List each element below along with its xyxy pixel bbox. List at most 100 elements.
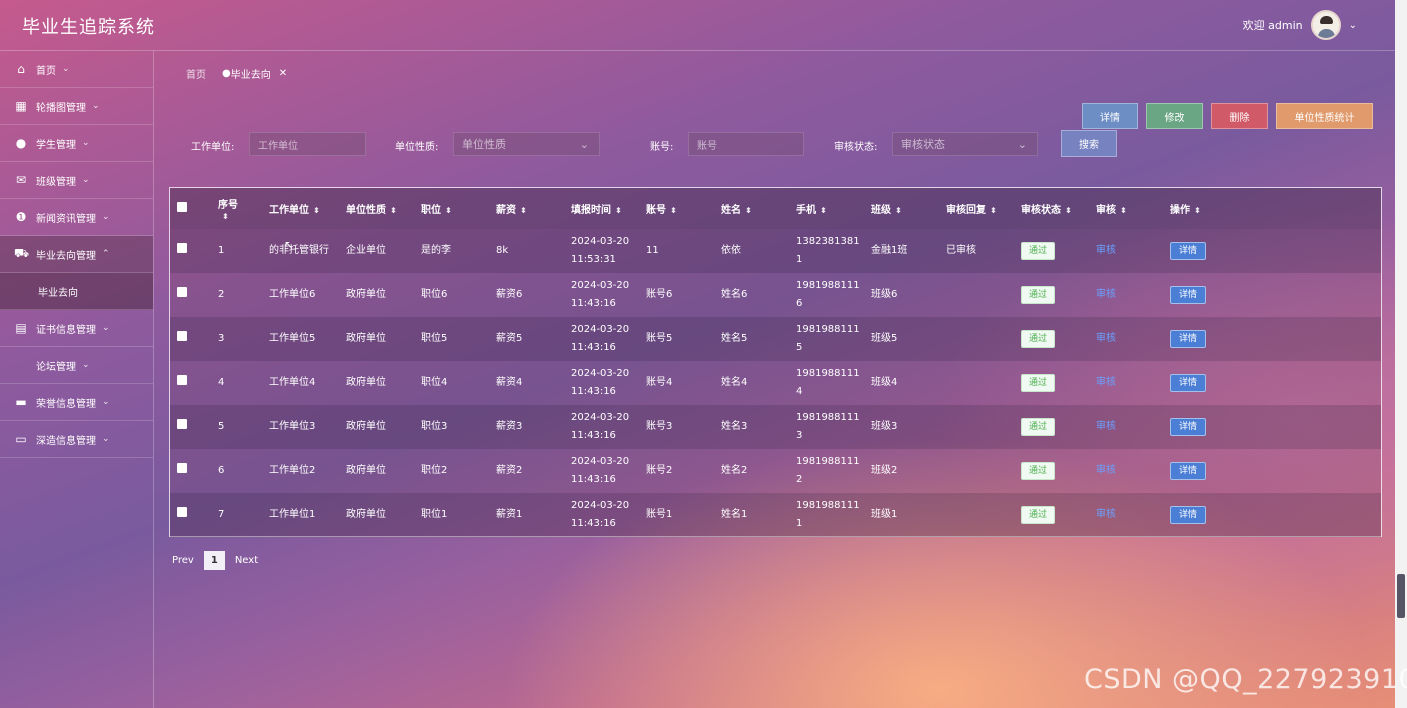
col-header-class[interactable]: 班级 ⬍ (871, 188, 946, 229)
audit-link[interactable]: 审核 (1096, 377, 1116, 388)
cell-class: 班级3 (871, 421, 898, 432)
sort-icon[interactable]: ⬍ (615, 206, 622, 215)
sort-icon[interactable]: ⬍ (1194, 206, 1201, 215)
cell-class: 班级5 (871, 333, 898, 344)
nature-select[interactable]: 单位性质 ⌄ (453, 132, 600, 156)
cell-nature: 政府单位 (346, 509, 386, 520)
sidebar-item-destination-mgmt[interactable]: ⛟ 毕业去向管理 ⌃ (0, 236, 153, 273)
table-row[interactable]: 4 工作单位4 政府单位 职位4 薪资4 2024-03-20 11:43:16 账号4 姓名4… (170, 361, 1381, 405)
cell-position: 是的李 (421, 245, 451, 256)
table-row[interactable]: 6 工作单位2 政府单位 职位2 薪资2 2024-03-20 11:43:16 账号2 姓名2… (170, 449, 1381, 493)
row-checkbox[interactable] (177, 243, 187, 253)
row-detail-button[interactable]: 详情 (1170, 418, 1207, 436)
mail-icon: ✉ (15, 173, 27, 187)
col-header-reply[interactable]: 审核回复 ⬍ (946, 188, 1021, 229)
row-detail-button[interactable]: 详情 (1170, 462, 1207, 480)
sidebar-item-further-study[interactable]: ▭ 深造信息管理 ⌄ (0, 421, 153, 458)
page-number[interactable]: 1 (203, 551, 225, 570)
table-row[interactable]: 5 工作单位3 政府单位 职位3 薪资3 2024-03-20 11:43:16 账号3 姓名3… (170, 405, 1381, 449)
audit-link[interactable]: 审核 (1096, 509, 1116, 520)
col-header-action[interactable]: 操作 ⬍ (1170, 188, 1381, 229)
delete-button[interactable]: 删除 (1211, 103, 1268, 129)
col-header-nature[interactable]: 单位性质 ⬍ (346, 188, 421, 229)
col-header-audit[interactable]: 审核 ⬍ (1096, 188, 1170, 229)
scrollbar[interactable] (1395, 0, 1407, 708)
table-row[interactable]: 3 工作单位5 政府单位 职位5 薪资5 2024-03-20 11:43:16 账号5 姓名5… (170, 317, 1381, 361)
row-checkbox[interactable] (177, 375, 187, 385)
sidebar-item-carousel[interactable]: ▦ 轮播图管理 ⌄ (0, 88, 153, 125)
col-header-position[interactable]: 职位 ⬍ (421, 188, 496, 229)
nature-stats-button[interactable]: 单位性质统计 (1276, 103, 1373, 129)
sort-icon[interactable]: ⬍ (520, 206, 527, 215)
company-input[interactable]: 工作单位 (249, 132, 366, 156)
sort-icon[interactable]: ⬍ (390, 206, 397, 215)
sort-icon[interactable]: ⬍ (445, 206, 452, 215)
row-checkbox[interactable] (177, 331, 187, 341)
col-header-phone[interactable]: 手机 ⬍ (796, 188, 871, 229)
edit-button[interactable]: 修改 (1146, 103, 1203, 129)
audit-link[interactable]: 审核 (1096, 245, 1116, 256)
audit-link[interactable]: 审核 (1096, 333, 1116, 344)
row-detail-button[interactable]: 详情 (1170, 374, 1207, 392)
sidebar-item-students[interactable]: ● 学生管理 ⌄ (0, 125, 153, 162)
table-row[interactable]: 2 工作单位6 政府单位 职位6 薪资6 2024-03-20 11:43:16 账号6 姓名6… (170, 273, 1381, 317)
breadcrumb-home[interactable]: 首页 (186, 66, 206, 81)
col-header-company[interactable]: 工作单位 ⬍ (269, 188, 346, 229)
tab-current[interactable]: 毕业去向 (231, 66, 271, 81)
audit-link[interactable]: 审核 (1096, 465, 1116, 476)
cell-class: 班级4 (871, 377, 898, 388)
sidebar-item-news[interactable]: ❶ 新闻资讯管理 ⌄ (0, 199, 153, 236)
next-page-link[interactable]: Next (235, 555, 258, 566)
row-checkbox[interactable] (177, 419, 187, 429)
sort-icon[interactable]: ⬍ (990, 206, 997, 215)
col-header-name[interactable]: 姓名 ⬍ (721, 188, 796, 229)
col-header-no[interactable]: 序号 ⬍ (206, 188, 269, 229)
table-row[interactable]: 7 工作单位1 政府单位 职位1 薪资1 2024-03-20 11:43:16 账号1 姓名1… (170, 493, 1381, 537)
sort-icon[interactable]: ⬍ (670, 206, 677, 215)
row-detail-button[interactable]: 详情 (1170, 506, 1207, 524)
account-input[interactable]: 账号 (688, 132, 804, 156)
sidebar-subitem-destination[interactable]: 毕业去向 (0, 273, 153, 310)
row-checkbox[interactable] (177, 507, 187, 517)
avatar[interactable] (1310, 10, 1341, 40)
cell-class: 班级2 (871, 465, 898, 476)
col-header-status[interactable]: 审核状态 ⬍ (1021, 188, 1096, 229)
sort-icon[interactable]: ⬍ (313, 206, 320, 215)
chevron-down-icon[interactable]: ⌄ (1349, 20, 1357, 31)
close-icon[interactable]: ✕ (279, 68, 287, 79)
sort-icon[interactable]: ⬍ (895, 206, 902, 215)
sidebar-item-home[interactable]: ⌂ 首页 ⌄ (0, 51, 153, 88)
table-row[interactable]: 1 的非托管银行 企业单位 是的李 8k 2024-03-20 11:53:31 11 依依 13… (170, 229, 1381, 273)
prev-page-link[interactable]: Prev (172, 555, 194, 566)
status-select[interactable]: 审核状态 ⌄ (892, 132, 1038, 156)
row-checkbox[interactable] (177, 287, 187, 297)
sidebar-item-classes[interactable]: ✉ 班级管理 ⌄ (0, 162, 153, 199)
cell-position: 职位3 (421, 421, 448, 432)
cell-phone: 1981988111 6 (796, 273, 871, 317)
col-header-salary[interactable]: 薪资 ⬍ (496, 188, 571, 229)
user-menu[interactable]: 欢迎 admin ⌄ (1243, 10, 1357, 40)
col-header-time[interactable]: 填报时间 ⬍ (571, 188, 646, 229)
chevron-down-icon: ⌄ (92, 101, 100, 111)
row-checkbox[interactable] (177, 463, 187, 473)
row-detail-button[interactable]: 详情 (1170, 286, 1207, 304)
chevron-down-icon: ⌄ (82, 360, 90, 370)
col-header-account[interactable]: 账号 ⬍ (646, 188, 721, 229)
scrollbar-thumb[interactable] (1397, 574, 1405, 618)
sort-icon[interactable]: ⬍ (745, 206, 752, 215)
sidebar-item-certificates[interactable]: ▤ 证书信息管理 ⌄ (0, 310, 153, 347)
select-all-checkbox[interactable] (177, 202, 187, 212)
row-detail-button[interactable]: 详情 (1170, 330, 1207, 348)
row-detail-button[interactable]: 详情 (1170, 242, 1207, 260)
search-button[interactable]: 搜索 (1061, 130, 1117, 157)
sidebar-item-honors[interactable]: ▬ 荣誉信息管理 ⌄ (0, 384, 153, 421)
sort-icon[interactable]: ⬍ (1120, 206, 1127, 215)
sort-icon[interactable]: ⬍ (222, 212, 229, 221)
sidebar-item-forum[interactable]: 论坛管理 ⌄ (0, 347, 153, 384)
sort-icon[interactable]: ⬍ (1065, 206, 1072, 215)
detail-button[interactable]: 详情 (1082, 103, 1138, 129)
audit-link[interactable]: 审核 (1096, 421, 1116, 432)
audit-link[interactable]: 审核 (1096, 289, 1116, 300)
sort-icon[interactable]: ⬍ (820, 206, 827, 215)
cell-account: 账号6 (646, 289, 673, 300)
